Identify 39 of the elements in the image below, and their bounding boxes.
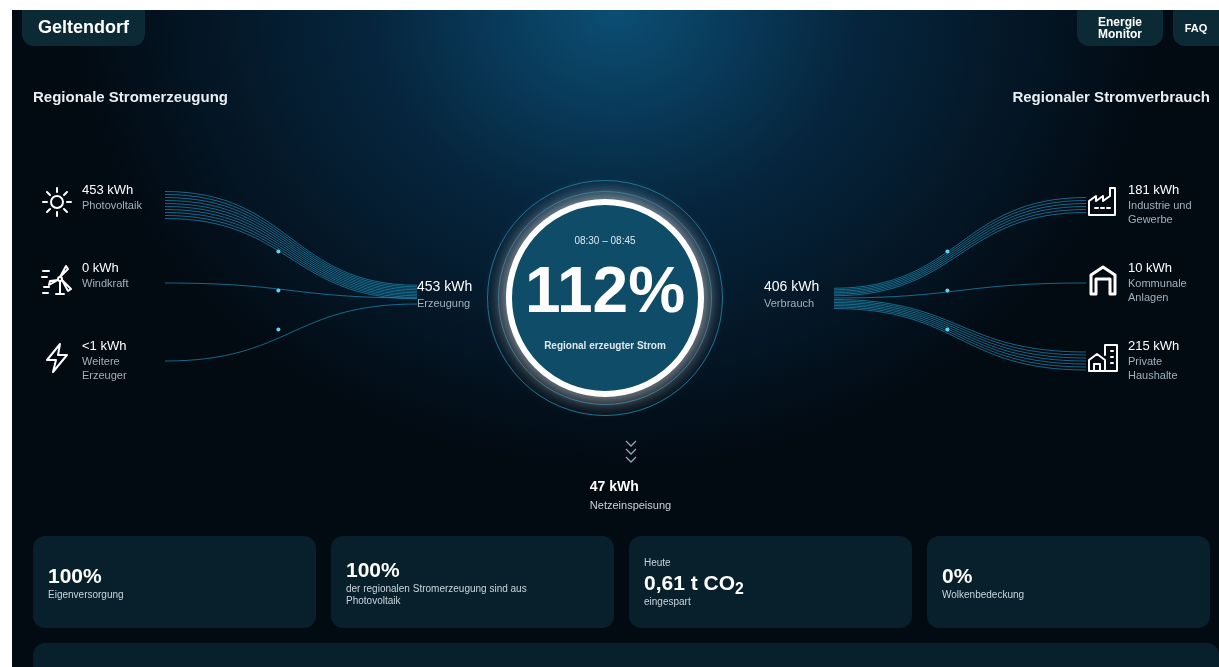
energy-label: Weitere Erzeuger [82, 354, 128, 382]
energy-value: 181 kWh [1128, 181, 1181, 198]
stat-label: Eigenversorgung [48, 588, 125, 601]
energy-value: 0 kWh [82, 259, 120, 276]
nav-button[interactable]: FAQ [1173, 10, 1219, 46]
total-label: Erzeugung [417, 295, 472, 311]
stat-value: 100% [48, 562, 103, 589]
stat-label: eingespart [644, 596, 692, 608]
wind-turbine-icon [40, 263, 74, 297]
percentage-label: Regional erzeugter Strom [544, 339, 666, 353]
time-period: 08:30 – 08:45 [574, 234, 636, 248]
location-title: Geltendorf [22, 10, 145, 46]
sun-icon [40, 185, 74, 219]
energy-label: Industrie und Gewerbe [1128, 198, 1193, 226]
house-icon [1086, 341, 1120, 375]
stat-value: 0% [942, 562, 974, 589]
nav-button[interactable]: Energie Monitor [1077, 10, 1163, 46]
stat-label: Wolkenbedeckung [942, 588, 1026, 601]
energy-label: Photovoltaik [82, 198, 143, 212]
energy-label: Windkraft [82, 276, 130, 290]
percentage-value: 112% [524, 253, 686, 328]
stat-value: 0,61 t CO$_{2}$ [644, 570, 745, 596]
energy-value: 10 kWh [1128, 259, 1174, 276]
total-value: 453 kWh [417, 276, 474, 295]
feed-in-label: Netzeinspeisung [589, 498, 672, 513]
feed-in-value: 47 kWh [589, 477, 640, 496]
stat-caption: Heute [644, 556, 672, 570]
energy-value: <1 kWh [82, 337, 128, 354]
energy-value: 215 kWh [1128, 337, 1181, 354]
energy-label: Kommunale Anlagen [1128, 276, 1188, 304]
stat-label: der regionalen Stromerzeugung sind aus Photovoltaik [346, 582, 528, 607]
chevrons-down-icon [624, 440, 637, 464]
section-title: Regionaler Stromverbrauch [1012, 86, 1210, 107]
section-title: Regionale Stromerzeugung [33, 86, 229, 107]
energy-value: 453 kWh [82, 181, 135, 198]
total-value: 406 kWh [764, 276, 821, 295]
total-label: Verbrauch [764, 295, 816, 311]
energy-label: Private Haushalte [1128, 354, 1179, 382]
stat-value: 100% [346, 556, 401, 583]
